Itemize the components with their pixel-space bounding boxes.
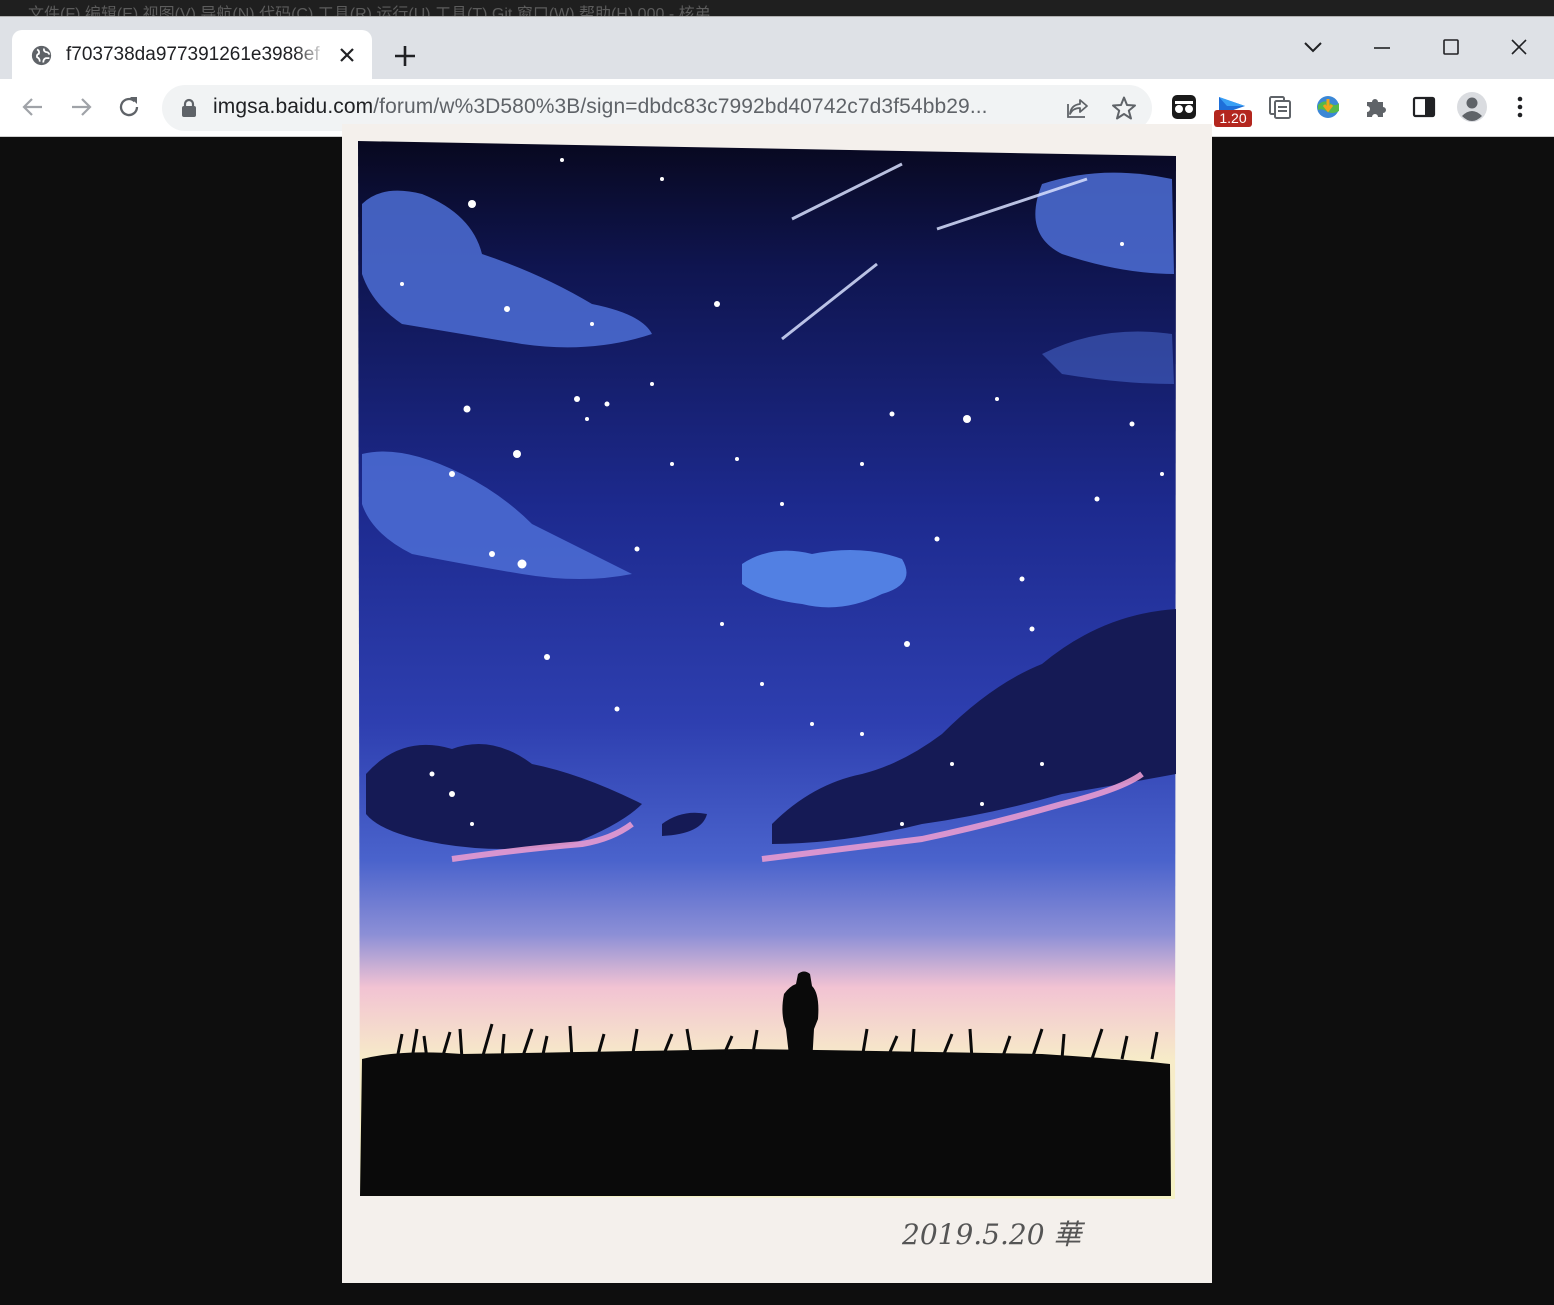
browser-menu-button[interactable] bbox=[1504, 91, 1536, 123]
more-vertical-icon bbox=[1517, 96, 1523, 118]
displayed-image: 2019.5.20 華 bbox=[342, 124, 1212, 1283]
bookmark-star-icon[interactable] bbox=[1111, 95, 1137, 121]
url-path: /forum/w%3D580%3B/sign=dbdc83c7992bd4074… bbox=[373, 95, 988, 118]
arrow-right-icon bbox=[72, 98, 92, 116]
puzzle-icon bbox=[1367, 99, 1386, 117]
globe-download-icon bbox=[1317, 96, 1339, 118]
reload-icon bbox=[119, 97, 139, 117]
maximize-icon[interactable] bbox=[1431, 27, 1471, 67]
reload-button[interactable] bbox=[113, 91, 145, 123]
tab-close-icon[interactable] bbox=[335, 43, 359, 67]
tab-search-chevron-icon[interactable] bbox=[1293, 27, 1333, 67]
forward-button[interactable] bbox=[65, 91, 97, 123]
tab-strip: f703738da977391261e3988ef bbox=[0, 17, 1554, 79]
extension-badge: 1.20 bbox=[1214, 110, 1252, 127]
extension-downloader-button[interactable] bbox=[1312, 91, 1344, 123]
extensions-button[interactable] bbox=[1360, 91, 1392, 123]
side-panel-button[interactable] bbox=[1408, 91, 1440, 123]
minimize-icon[interactable] bbox=[1362, 27, 1402, 67]
back-button[interactable] bbox=[17, 91, 49, 123]
new-tab-icon[interactable] bbox=[391, 42, 419, 70]
window-close-icon[interactable] bbox=[1499, 27, 1539, 67]
side-panel-icon bbox=[1412, 96, 1436, 118]
profile-button[interactable] bbox=[1456, 91, 1488, 123]
painting-signature: 2019.5.20 華 bbox=[901, 1218, 1085, 1251]
copy-extension-icon bbox=[1269, 96, 1291, 119]
tab-title: f703738da977391261e3988ef bbox=[66, 44, 320, 65]
lock-icon[interactable] bbox=[180, 98, 198, 118]
browser-tab[interactable]: f703738da977391261e3988ef bbox=[12, 30, 372, 79]
share-icon[interactable] bbox=[1065, 95, 1091, 121]
avatar-icon bbox=[1457, 92, 1487, 122]
arrow-left-icon bbox=[22, 98, 42, 116]
incognito-icon bbox=[1172, 95, 1196, 119]
url-text[interactable]: imgsa.baidu.com/forum/w%3D580%3B/sign=db… bbox=[213, 95, 988, 119]
ground-silhouette bbox=[360, 1049, 1171, 1196]
globe-icon bbox=[31, 45, 52, 66]
url-host: imgsa.baidu.com bbox=[213, 95, 374, 118]
extension-copy-button[interactable] bbox=[1264, 91, 1296, 123]
extension-incognito-button[interactable] bbox=[1168, 91, 1200, 123]
